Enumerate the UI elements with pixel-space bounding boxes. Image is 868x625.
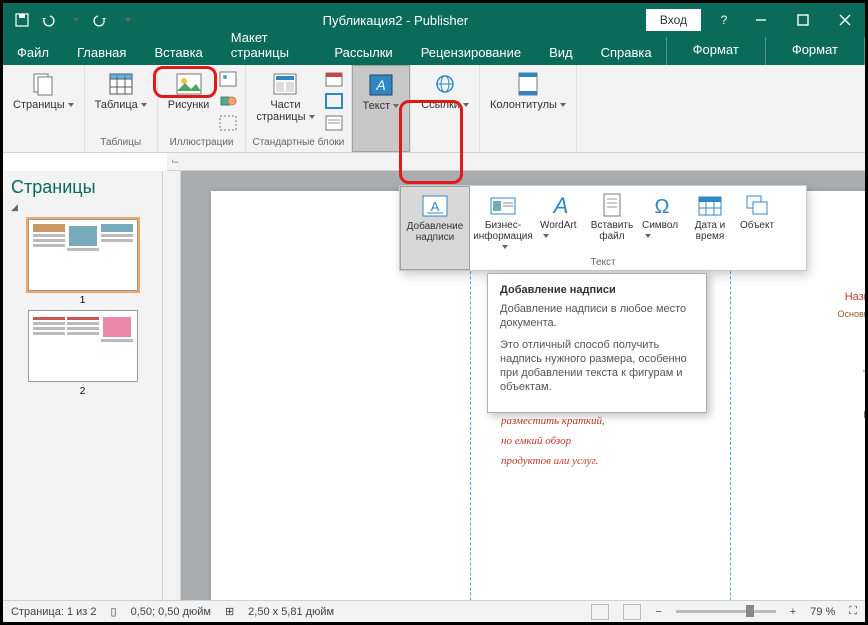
zoom-level[interactable]: 79 %: [810, 606, 835, 618]
qat-customize-icon[interactable]: [117, 11, 135, 29]
svg-text:A: A: [375, 77, 385, 93]
illustrations-small-buttons: [217, 69, 239, 133]
ribbon-group-blocks: Части страницы Стандартные блоки: [246, 65, 351, 152]
tab-format-drawing[interactable]: Формат: [666, 37, 766, 65]
status-size: 2,50 x 5,81 дюйм: [248, 606, 334, 618]
ads-icon[interactable]: [323, 113, 345, 133]
sidebar-collapse-icon[interactable]: ◢: [11, 202, 154, 213]
ribbon-group-links: Ссылки: [411, 65, 480, 152]
redo-icon[interactable]: [91, 11, 109, 29]
undo-icon[interactable]: [39, 11, 57, 29]
ribbon: Страницы Таблица Таблицы Рисунки Иллюс: [3, 65, 865, 153]
pages-icon: [30, 71, 56, 97]
tooltip-p1: Добавление надписи в любое место докумен…: [500, 302, 694, 330]
save-icon[interactable]: [13, 11, 31, 29]
text-button[interactable]: A Текст: [352, 65, 411, 152]
wordart-icon: A: [546, 192, 576, 218]
pages-button[interactable]: Страницы: [9, 69, 78, 129]
view-single-icon[interactable]: [591, 604, 609, 620]
minimize-button[interactable]: [741, 5, 781, 35]
page-parts-button[interactable]: Части страницы: [252, 69, 318, 129]
placeholder-icon[interactable]: [217, 113, 239, 133]
ruler-horizontal[interactable]: ⌙: [167, 153, 865, 171]
titlebar: Публикация2 - Publisher Вход ?: [3, 3, 865, 37]
statusbar: Страница: 1 из 2 ▯ 0,50; 0,50 дюйм ⊞ 2,5…: [3, 600, 865, 622]
status-position: 0,50; 0,50 дюйм: [131, 606, 211, 618]
links-button[interactable]: Ссылки: [417, 69, 473, 129]
ribbon-tabs: Файл Главная Вставка Макет страницы Расс…: [3, 37, 865, 65]
svg-text:Ω: Ω: [655, 196, 670, 217]
zoom-slider[interactable]: [676, 610, 776, 613]
headerfooter-icon: [515, 71, 541, 97]
help-icon[interactable]: ?: [709, 5, 739, 35]
tooltip: Добавление надписи Добавление надписи в …: [487, 273, 707, 413]
borders-icon[interactable]: [323, 91, 345, 111]
pictures-icon: [176, 71, 202, 97]
sidebar-title: Страницы: [11, 177, 154, 198]
page-thumb-1[interactable]: [28, 219, 138, 291]
zoom-fit-icon[interactable]: ⛶: [849, 605, 857, 618]
dropdown-group-label: Текст: [400, 257, 806, 268]
business-info-icon: [488, 192, 518, 218]
links-icon: [432, 71, 458, 97]
tab-insert[interactable]: Вставка: [140, 40, 216, 65]
ruler-vertical[interactable]: [163, 171, 181, 600]
view-spread-icon[interactable]: [623, 604, 641, 620]
tab-mailings[interactable]: Рассылки: [320, 40, 406, 65]
svg-text:A: A: [552, 193, 569, 217]
ribbon-group-tables: Таблица Таблицы: [85, 65, 158, 152]
shapes-icon[interactable]: [217, 91, 239, 111]
tab-layout[interactable]: Макет страницы: [217, 25, 321, 65]
tab-view[interactable]: Вид: [535, 40, 587, 65]
close-button[interactable]: [825, 5, 865, 35]
login-button[interactable]: Вход: [646, 9, 701, 31]
textbox-icon: A: [420, 193, 450, 219]
text-icon: A: [368, 72, 394, 98]
org-info-block[interactable]: Название организации Основной адрес орга…: [838, 291, 865, 420]
online-pictures-icon[interactable]: [217, 69, 239, 89]
blocks-small-buttons: [323, 69, 345, 133]
ribbon-group-text: A Текст: [352, 65, 412, 152]
ribbon-group-headerfooter: Колонтитулы: [480, 65, 577, 152]
svg-text:A: A: [431, 199, 440, 214]
tab-format-textbox[interactable]: Формат: [766, 37, 865, 65]
table-button[interactable]: Таблица: [91, 69, 151, 129]
page-parts-icon: [272, 71, 298, 97]
maximize-button[interactable]: [783, 5, 823, 35]
text-dropdown-panel: A Добавление надписи Бизнес- информация …: [399, 185, 807, 271]
undo-dropdown-icon[interactable]: [65, 11, 83, 29]
window-controls: Вход ?: [646, 5, 865, 35]
symbol-icon: Ω: [647, 192, 677, 218]
headerfooter-button[interactable]: Колонтитулы: [486, 69, 570, 129]
ribbon-group-illustrations: Рисунки Иллюстрации: [158, 65, 247, 152]
thumb-2-label: 2: [11, 386, 154, 397]
insert-file-icon: [597, 192, 627, 218]
tab-review[interactable]: Рецензирование: [407, 40, 535, 65]
status-page[interactable]: Страница: 1 из 2: [11, 606, 97, 618]
tab-file[interactable]: Файл: [3, 40, 63, 65]
tooltip-title: Добавление надписи: [500, 284, 694, 296]
tab-help[interactable]: Справка: [587, 40, 666, 65]
zoom-out-button[interactable]: −: [655, 606, 661, 618]
tooltip-p2: Это отличный способ получить надпись нуж…: [500, 338, 694, 394]
pages-sidebar: Страницы ◢ 1 2: [3, 171, 163, 600]
pictures-button[interactable]: Рисунки: [164, 69, 214, 129]
ribbon-group-pages: Страницы: [3, 65, 85, 152]
page-thumb-2[interactable]: [28, 310, 138, 382]
calendars-icon[interactable]: [323, 69, 345, 89]
zoom-in-button[interactable]: +: [790, 606, 796, 618]
quick-access-toolbar: [3, 11, 145, 29]
table-icon: [108, 71, 134, 97]
tab-home[interactable]: Главная: [63, 40, 140, 65]
object-icon: [742, 192, 772, 218]
date-time-icon: [695, 192, 725, 218]
thumb-1-label: 1: [11, 295, 154, 306]
